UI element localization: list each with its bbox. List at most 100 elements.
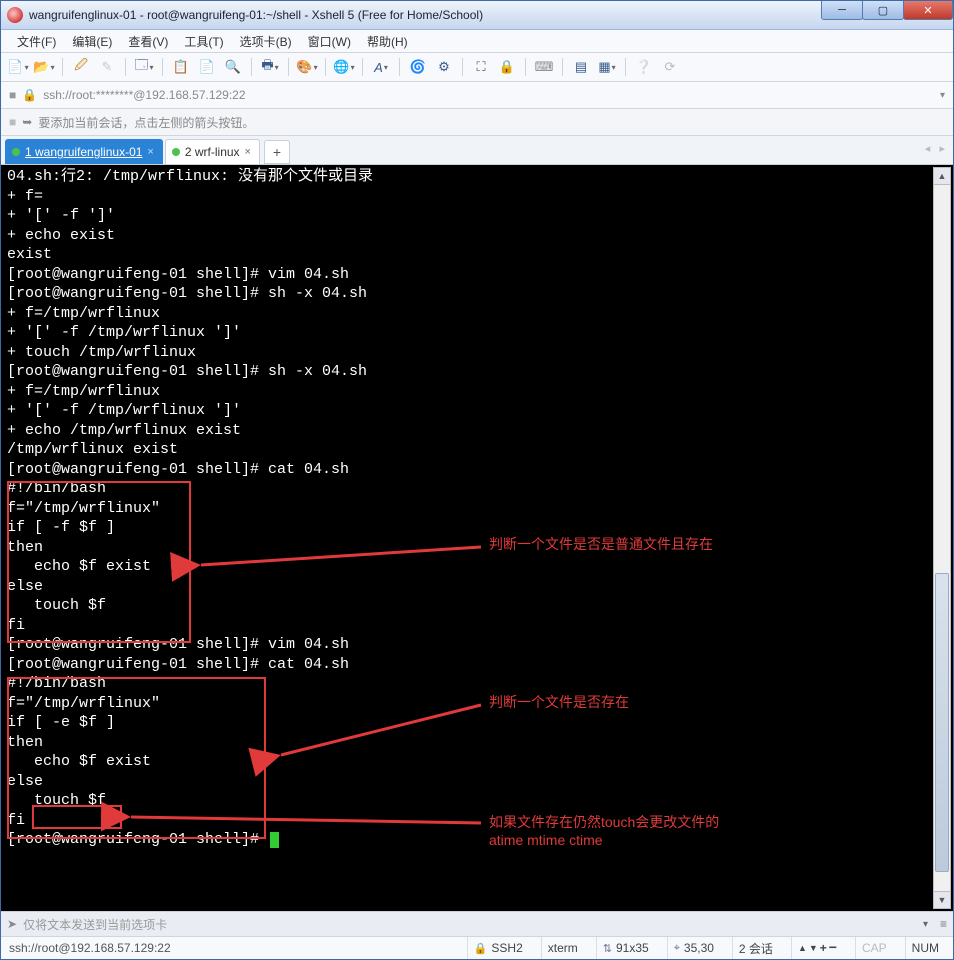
menubar: 文件(F) 编辑(E) 查看(V) 工具(T) 选项卡(B) 窗口(W) 帮助(…	[1, 30, 953, 53]
session-down-icon[interactable]: ▼	[809, 943, 818, 953]
annotation-arrow-3	[116, 807, 496, 837]
toolbar-separator	[62, 58, 63, 76]
toggle-compose-icon[interactable]: ≡	[940, 917, 947, 931]
grid-icon: ⇅	[603, 942, 612, 955]
tab-nav-arrows[interactable]: ◂ ▸	[925, 142, 945, 155]
scroll-down-button[interactable]: ▼	[934, 891, 950, 908]
properties-button[interactable]: 🗔	[133, 56, 155, 78]
tab-strip: 1 wangruifenglinux-01 × 2 wrf-linux × + …	[1, 136, 953, 165]
paste-button[interactable]: 📄	[196, 56, 218, 78]
tab-session-1[interactable]: 1 wangruifenglinux-01 ×	[5, 139, 163, 164]
scroll-up-button[interactable]: ▲	[934, 168, 950, 185]
toolbar-separator	[462, 58, 463, 76]
status-bar: ssh://root@192.168.57.129:22 🔒 SSH2 xter…	[1, 936, 953, 959]
help-button[interactable]: ❔	[633, 56, 655, 78]
encoding-button[interactable]: 🌐	[333, 56, 355, 78]
status-sessions-arrows[interactable]: ▲ ▼ + −	[791, 937, 843, 959]
status-sessions: 2 会话	[739, 940, 773, 957]
scroll-track[interactable]	[934, 185, 950, 891]
tab-label: 1 wangruifenglinux-01	[25, 145, 142, 159]
tile-h-button[interactable]: ▤	[570, 56, 592, 78]
status-num-cell: NUM	[905, 937, 945, 959]
address-text[interactable]: ssh://root:********@192.168.57.129:22	[43, 88, 934, 102]
toolbar-separator	[162, 58, 163, 76]
arrow-add-icon[interactable]: ➥	[22, 115, 32, 129]
send-bar: ➤ 仅将文本发送到当前选项卡 ▾ ≡	[1, 911, 953, 936]
tab-close-icon[interactable]: ×	[147, 146, 153, 158]
status-sessions-cell: 2 会话	[732, 937, 779, 959]
address-bar: ■ 🔒 ssh://root:********@192.168.57.129:2…	[1, 82, 953, 109]
terminal-area[interactable]: 04.sh:行2: /tmp/wrflinux: 没有那个文件或目录 + f= …	[1, 165, 953, 911]
font-button[interactable]: A	[370, 56, 392, 78]
open-session-button[interactable]: 📂	[33, 56, 55, 78]
minimize-button[interactable]: ─	[821, 1, 863, 20]
cursor-icon: ⌖	[674, 942, 680, 955]
lock-icon: 🔒	[22, 88, 37, 102]
dropdown-icon[interactable]: ▾	[940, 90, 945, 101]
toolbar-separator	[251, 58, 252, 76]
maximize-button[interactable]: ▢	[862, 1, 904, 20]
status-term: xterm	[548, 941, 578, 955]
annotation-arrow-2	[261, 695, 501, 775]
toolbar-separator	[125, 58, 126, 76]
menu-file[interactable]: 文件(F)	[9, 31, 64, 52]
color-scheme-button[interactable]: 🎨	[296, 56, 318, 78]
toolbar: 📄 📂 🖉 ✎ 🗔 📋 📄 🔍 🖶 🎨 🌐 A 🌀 ⚙ ⛶ 🔒 ⌨ ▤ ▦ ❔ …	[1, 53, 953, 82]
copy-button[interactable]: 📋	[170, 56, 192, 78]
terminal-scrollbar[interactable]: ▲ ▼	[933, 167, 951, 909]
close-button[interactable]: ✕	[903, 1, 953, 20]
menu-tabs[interactable]: 选项卡(B)	[232, 31, 300, 52]
status-term-cell: xterm	[541, 937, 584, 959]
xagent-button[interactable]: ⚙	[433, 56, 455, 78]
lock-icon: 🔒	[474, 942, 488, 955]
toolbar-separator	[325, 58, 326, 76]
toolbar-separator	[399, 58, 400, 76]
session-remove-icon[interactable]: −	[829, 939, 837, 955]
menu-help[interactable]: 帮助(H)	[359, 31, 416, 52]
tab-close-icon[interactable]: ×	[245, 146, 251, 158]
status-size-cell: ⇅ 91x35	[596, 937, 655, 959]
hint-bar: ■ ➥ 要添加当前会话，点击左侧的箭头按钮。	[1, 109, 953, 136]
status-protocol-cell: 🔒 SSH2	[467, 937, 529, 959]
updates-button[interactable]: ⟳	[659, 56, 681, 78]
window-title: wangruifenglinux-01 - root@wangruifeng-0…	[29, 8, 483, 22]
fullscreen-button[interactable]: ⛶	[470, 56, 492, 78]
menu-edit[interactable]: 编辑(E)	[64, 31, 120, 52]
keyboard-button[interactable]: ⌨	[533, 56, 555, 78]
toolbar-separator	[288, 58, 289, 76]
status-num: NUM	[912, 941, 939, 955]
find-button[interactable]: 🔍	[222, 56, 244, 78]
hint-text: 要添加当前会话，点击左侧的箭头按钮。	[38, 114, 254, 131]
app-window: wangruifenglinux-01 - root@wangruifeng-0…	[0, 0, 954, 960]
status-cursor: 35,30	[684, 941, 714, 955]
toolbar-separator	[562, 58, 563, 76]
send-placeholder[interactable]: 仅将文本发送到当前选项卡	[23, 916, 167, 933]
annotation-arrow-1	[181, 535, 501, 585]
tab-add-button[interactable]: +	[264, 140, 290, 164]
menu-tools[interactable]: 工具(T)	[176, 31, 231, 52]
layout-button[interactable]: ▦	[596, 56, 618, 78]
status-cursor-cell: ⌖ 35,30	[667, 937, 720, 959]
app-icon	[7, 7, 23, 23]
send-dropdown-icon[interactable]: ▾	[923, 919, 928, 930]
status-cap: CAP	[862, 941, 887, 955]
status-dot-icon	[12, 148, 20, 156]
disconnect-button[interactable]: ✎	[96, 56, 118, 78]
menu-view[interactable]: 查看(V)	[120, 31, 176, 52]
session-add-icon[interactable]: +	[820, 941, 827, 955]
status-dot-icon	[172, 148, 180, 156]
scroll-thumb[interactable]	[935, 573, 949, 872]
menu-window[interactable]: 窗口(W)	[300, 31, 359, 52]
print-button[interactable]: 🖶	[259, 56, 281, 78]
reconnect-button[interactable]: 🖉	[70, 56, 92, 78]
xftp-button[interactable]: 🌀	[407, 56, 429, 78]
toolbar-separator	[362, 58, 363, 76]
new-session-button[interactable]: 📄	[7, 56, 29, 78]
bullet-icon: ■	[9, 115, 16, 129]
session-up-icon[interactable]: ▲	[798, 943, 807, 953]
lock-button[interactable]: 🔒	[496, 56, 518, 78]
tab-session-2[interactable]: 2 wrf-linux ×	[165, 139, 260, 164]
bullet-icon: ■	[9, 88, 16, 102]
status-size: 91x35	[616, 941, 649, 955]
send-icon[interactable]: ➤	[7, 917, 17, 931]
